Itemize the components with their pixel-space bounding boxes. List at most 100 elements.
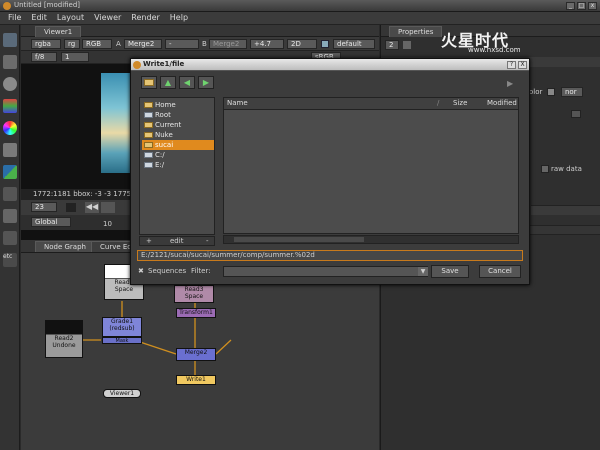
3d-nodes-icon[interactable] <box>3 231 17 245</box>
raw-data-checkbox[interactable] <box>541 165 549 173</box>
fstop-select[interactable]: f/8 <box>31 52 57 62</box>
clear-panels-icon[interactable] <box>403 41 411 49</box>
folder-icon <box>144 122 153 128</box>
merge-nodes-icon[interactable] <box>3 187 17 201</box>
arrow-left-icon: ◀ <box>183 78 191 87</box>
none-select[interactable]: nor <box>561 87 583 97</box>
input-b-select[interactable]: Merge2 <box>209 39 247 49</box>
place-e-drive[interactable]: E:/ <box>142 160 214 170</box>
input-a-label: A <box>116 40 121 48</box>
menu-layout[interactable]: Layout <box>53 12 90 24</box>
tab-properties[interactable]: Properties <box>389 26 443 37</box>
save-button[interactable]: Save <box>431 265 469 278</box>
filter-nodes-icon[interactable] <box>3 143 17 157</box>
other-nodes-label: etc <box>3 253 13 260</box>
new-folder-button[interactable] <box>141 76 157 89</box>
view-mode-select[interactable]: 2D <box>287 39 317 49</box>
menu-file[interactable]: File <box>4 12 27 24</box>
max-panels-field[interactable]: 2 <box>385 40 399 50</box>
scrollbar-thumb[interactable] <box>234 237 364 242</box>
channels-select[interactable]: rgba <box>31 39 61 49</box>
place-sucai[interactable]: sucai <box>142 140 214 150</box>
column-size[interactable]: Size <box>453 99 467 107</box>
color-label: olor <box>529 88 543 96</box>
grade1-sub-label: (redsub) <box>109 325 135 332</box>
place-label: Home <box>155 101 176 109</box>
menu-edit[interactable]: Edit <box>27 12 53 24</box>
sequences-checkbox-icon[interactable]: ✖ <box>138 267 144 275</box>
node-read2[interactable]: Read2 Undone <box>45 320 83 358</box>
read2-file-label: Undone <box>52 342 76 349</box>
node-merge2[interactable]: Merge2 <box>176 348 216 361</box>
nuke-logo-icon <box>3 2 11 10</box>
place-label: Current <box>155 121 182 129</box>
forward-button[interactable]: ▶ <box>198 76 214 89</box>
draw-nodes-icon[interactable] <box>3 55 17 69</box>
place-current[interactable]: Current <box>142 120 214 130</box>
place-label: sucai <box>155 141 174 149</box>
column-name[interactable]: Name <box>227 99 248 107</box>
node-grade1[interactable]: Grade1 (redsub) <box>102 317 142 337</box>
proxy-select[interactable]: Global <box>31 217 71 227</box>
edit-place-button[interactable]: edit <box>170 237 183 245</box>
cancel-button[interactable]: Cancel <box>479 265 521 278</box>
current-frame-field[interactable]: 23 <box>31 202 57 212</box>
transform-nodes-icon[interactable] <box>3 209 17 223</box>
roi-icon[interactable] <box>321 40 329 48</box>
drive-icon <box>144 162 153 168</box>
up-button[interactable]: ◀ <box>179 76 195 89</box>
color-swatch[interactable] <box>547 88 555 96</box>
viewer-tabbar: Viewer1 <box>21 25 379 37</box>
file-list-scrollbar[interactable] <box>223 235 519 244</box>
gain-field[interactable]: +4.7 <box>250 39 284 49</box>
file-list[interactable]: Name / Size Modified <box>223 97 519 234</box>
remove-place-button[interactable]: - <box>206 237 209 245</box>
minimize-button[interactable]: _ <box>566 2 575 10</box>
node-read3[interactable]: Read3 Space <box>174 285 214 303</box>
dialog-help-button[interactable]: ? <box>507 61 516 69</box>
layer-select[interactable]: rg <box>64 39 80 49</box>
channel-nodes-icon[interactable] <box>3 99 17 113</box>
image-nodes-icon[interactable] <box>3 33 17 47</box>
edge-merge-viewer <box>215 339 232 355</box>
node-mask[interactable]: Mask <box>102 337 142 344</box>
column-modified[interactable]: Modified <box>487 99 517 107</box>
filter-dropdown-icon[interactable]: ▼ <box>418 267 428 276</box>
frame-field[interactable]: 1 <box>61 52 89 62</box>
lut-select[interactable]: default <box>333 39 375 49</box>
maximize-button[interactable]: □ <box>577 2 586 10</box>
menu-viewer[interactable]: Viewer <box>90 12 127 24</box>
preview-toggle-icon[interactable]: ▶ <box>507 79 513 88</box>
add-place-button[interactable]: + <box>146 237 152 245</box>
sequences-label: Sequences <box>148 267 187 275</box>
node-viewer1[interactable]: Viewer1 <box>103 389 141 398</box>
keyer-nodes-icon[interactable] <box>3 165 17 179</box>
colorspace-select[interactable]: RGB <box>82 39 112 49</box>
file-dialog: Write1/file ? X ▲ ◀ ▶ ▶ Home Root Curren… <box>130 58 530 285</box>
close-window-button[interactable]: x <box>588 2 597 10</box>
compare-mode-select[interactable]: - <box>165 39 199 49</box>
node-write1[interactable]: Write1 <box>176 375 216 385</box>
copy-icon[interactable] <box>571 110 581 118</box>
node-transform1[interactable]: Transform1 <box>176 308 216 318</box>
place-c-drive[interactable]: C:/ <box>142 150 214 160</box>
place-root[interactable]: Root <box>142 110 214 120</box>
step-back-button[interactable] <box>101 202 115 213</box>
lock-icon[interactable] <box>66 203 76 212</box>
color-nodes-icon[interactable] <box>3 121 17 135</box>
path-input[interactable]: E:/2121/sucai/sucai/summer/comp/summer.%… <box>137 250 523 261</box>
play-back-button[interactable]: ◀◀ <box>85 202 99 213</box>
menu-help[interactable]: Help <box>166 12 194 24</box>
read3-label: Read3 <box>184 286 204 293</box>
tab-viewer1[interactable]: Viewer1 <box>35 26 82 37</box>
read1-file-label: Space <box>114 286 134 293</box>
time-nodes-icon[interactable] <box>3 77 17 91</box>
menu-render[interactable]: Render <box>127 12 165 24</box>
dialog-close-button[interactable]: X <box>518 61 527 69</box>
input-a-select[interactable]: Merge2 <box>124 39 162 49</box>
back-button[interactable]: ▲ <box>160 76 176 89</box>
place-home[interactable]: Home <box>142 100 214 110</box>
filter-input[interactable] <box>223 266 428 277</box>
place-nuke[interactable]: Nuke <box>142 130 214 140</box>
places-list: Home Root Current Nuke sucai C:/ E:/ <box>139 97 215 235</box>
